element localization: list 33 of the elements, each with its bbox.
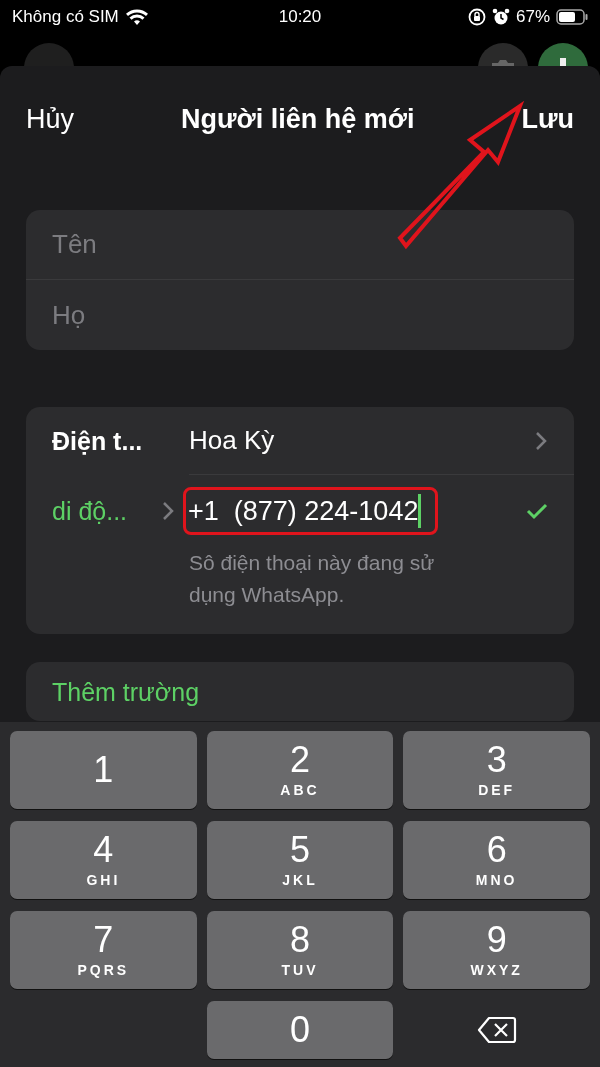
cancel-button[interactable]: Hủy	[26, 103, 74, 135]
keypad-key[interactable]: 6 MNO	[403, 821, 590, 899]
chevron-icon	[161, 500, 175, 522]
clock-time: 10:20	[278, 7, 322, 27]
keypad-key[interactable]: 3 DEF	[403, 731, 590, 809]
sheet-title: Người liên hệ mới	[181, 103, 415, 135]
carrier-text: Không có SIM	[12, 7, 119, 27]
name-field[interactable]: Họ	[26, 280, 574, 350]
alarm-icon	[492, 8, 510, 26]
phone-label: Điện t...	[52, 426, 143, 456]
keypad-key[interactable]: 9 WXYZ	[403, 911, 590, 989]
battery-icon	[556, 9, 588, 25]
battery-percent: 67%	[516, 7, 550, 27]
phone-type-label[interactable]: di độ...	[52, 496, 128, 526]
rotation-lock-icon	[468, 8, 486, 26]
add-field-link[interactable]: Thêm trường	[26, 662, 574, 721]
phone-field[interactable]: +1 (877) 224-1042	[183, 487, 439, 535]
chevron-icon	[534, 429, 548, 452]
keypad-key[interactable]: 5 JKL	[206, 821, 394, 899]
delete-icon	[476, 1015, 517, 1045]
keypad-key[interactable]: 7 PQRS	[10, 911, 197, 989]
save-button[interactable]: Lưu	[521, 103, 574, 135]
keypad-key[interactable]: 2 ABC	[206, 731, 394, 809]
country-selector[interactable]: Hoa Kỳ	[189, 407, 574, 475]
name-input[interactable]: Họ	[52, 299, 548, 331]
name-input[interactable]: Tên	[52, 229, 548, 260]
whatsapp-note: Sô điện thoại này đang sử dụng WhatsApp.	[188, 550, 436, 608]
keypad-key[interactable]: 8 TUV	[206, 911, 394, 989]
keypad-key[interactable]: 4 GHI	[10, 821, 197, 899]
name-field[interactable]: Tên	[26, 210, 574, 280]
keypad-key[interactable]: 1	[10, 731, 197, 809]
wifi-icon	[124, 8, 149, 26]
keypad-key[interactable]: 0	[206, 1001, 394, 1059]
